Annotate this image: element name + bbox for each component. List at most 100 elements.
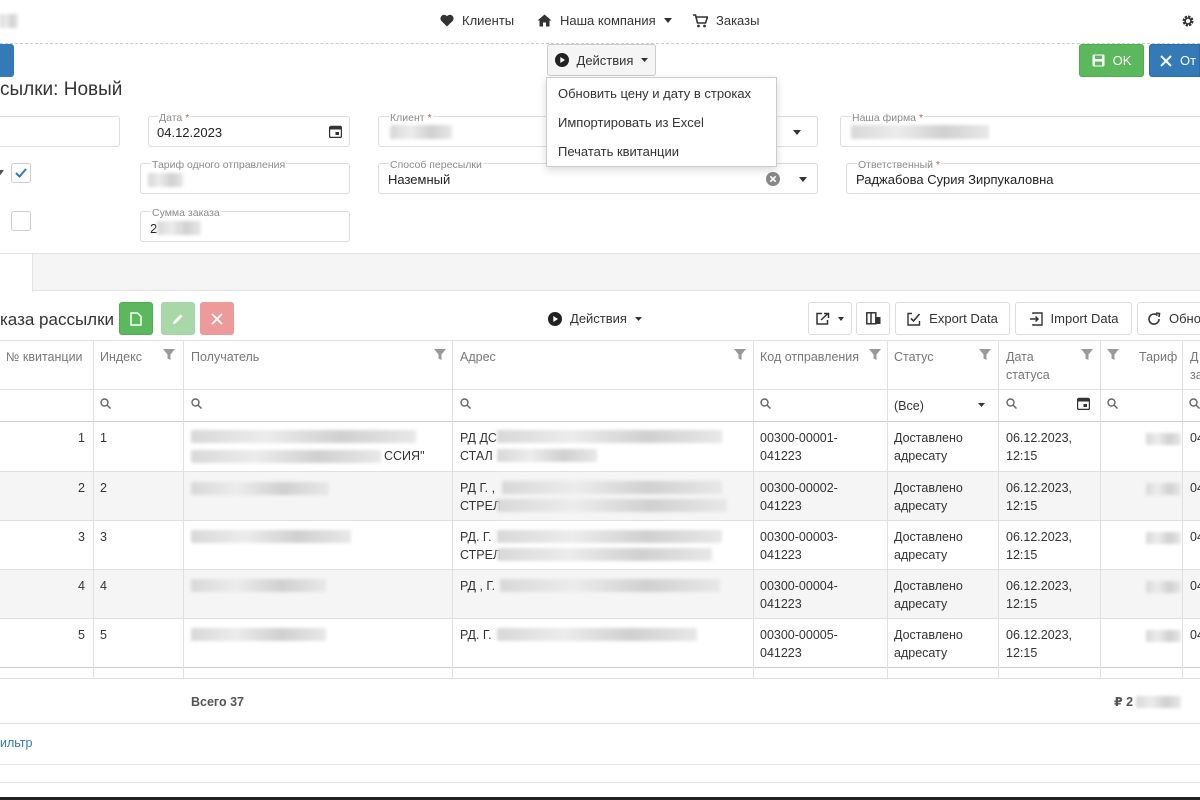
shipping-label: Способ пересылки [389,159,483,171]
page-title: сылки: Новый [0,79,123,100]
ok-button[interactable]: OK [1079,44,1144,77]
search-icon[interactable] [1006,398,1017,409]
menu-item-print-receipts[interactable]: Печатать квитанции [558,144,679,159]
table-row[interactable]: 2 2 РД Г. , СТРЕЛ 00300-00002-041223 Дос… [0,471,1200,520]
grid-actions-button[interactable]: Действия [538,303,652,334]
filter-icon[interactable] [434,349,446,361]
receipt-no-cell: 2 [78,481,85,495]
filter-icon[interactable] [1081,349,1093,361]
column-header-tracking-code[interactable]: Код отправления [760,348,859,366]
status-filter-value: (Все) [894,399,924,413]
checkbox-unchecked[interactable] [11,211,31,231]
column-header-receipt-no[interactable]: № квитанции [6,348,83,366]
save-icon [1092,54,1105,67]
number-field[interactable] [0,116,120,147]
date-field[interactable]: Дата * 04.12.2023 [148,112,350,147]
our-firm-label: Наша фирма [852,112,917,124]
table-row[interactable]: 3 3 РД. Г. СТРЕЛ 00300-00003-041223 Дост… [0,520,1200,569]
cart-icon [693,13,708,27]
column-header-index[interactable]: Индекс [100,348,142,366]
table-row[interactable]: 5 5 РД. Г. 00300-00005-041223 Доставлено… [0,618,1200,667]
delete-row-button[interactable] [200,302,234,335]
gear-icon[interactable] [1181,14,1195,28]
nav-orders[interactable]: Заказы [693,13,759,28]
nav-orders-label: Заказы [716,13,760,28]
our-firm-field[interactable]: Наша фирма * [840,112,1200,147]
date-label: Дата [159,112,183,124]
tab-strip [0,253,1200,291]
search-icon[interactable] [460,398,471,409]
column-header-status-date[interactable]: Дата статуса [1006,348,1061,384]
status-filter-select[interactable]: (Все) [894,398,990,414]
calendar-icon[interactable] [329,125,342,138]
caret-down-icon[interactable] [793,130,801,135]
address-cell-line2: СТРЕЛ [460,499,502,513]
refresh-button[interactable]: Обно [1137,302,1200,335]
receipt-no-cell: 4 [78,579,85,593]
column-header-recipient[interactable]: Получатель [191,348,259,366]
caret-down-icon [0,170,4,175]
calendar-icon[interactable] [1077,397,1090,410]
check-icon [15,168,27,178]
order-sum-field[interactable]: Сумма заказа 2 [140,207,350,242]
refresh-icon [1148,311,1161,325]
column-header-date-partial[interactable]: Д за [1190,348,1200,384]
date-partial-cell: 04 [1190,579,1200,593]
status-date-cell: 06.12.2023, 12:15 [1006,628,1073,660]
tracking-code-cell: 00300-00004-041223 [760,579,838,611]
recipient-redacted [191,530,351,543]
search-icon[interactable] [1107,398,1118,409]
checkbox-checked[interactable] [11,163,31,183]
recipient-redacted [191,450,381,463]
close-icon [211,312,223,325]
column-chooser-button[interactable] [856,302,890,335]
left-blue-button[interactable] [0,44,14,77]
filter-icon[interactable] [869,349,881,361]
app-logo[interactable] [0,14,18,28]
column-header-address[interactable]: Адрес [460,348,496,366]
filter-icon[interactable] [1107,349,1119,361]
cancel-button[interactable]: От [1149,44,1200,77]
search-icon[interactable] [760,398,771,409]
search-icon[interactable] [100,398,111,409]
caret-down-icon[interactable] [799,177,807,182]
nav-clients[interactable]: Клиенты [440,13,514,28]
tracking-code-cell: 00300-00001-041223 [760,431,838,463]
filter-icon[interactable] [734,349,746,361]
actions-dropdown-button[interactable]: Действия [547,44,656,76]
search-icon[interactable] [1189,398,1200,409]
recipient-cell-suffix: ССИЯ" [384,449,425,463]
search-icon[interactable] [191,398,202,409]
filter-icon[interactable] [979,349,991,361]
export-data-icon [907,312,921,326]
index-cell: 5 [100,628,107,642]
filter-builder-link[interactable]: ильтр [0,736,33,750]
refresh-label: Обно [1169,311,1200,326]
table-row[interactable]: 1 1 ССИЯ" РД ДС СТАЛ 00300-00001-041223 … [0,421,1200,470]
column-header-tariff[interactable]: Тариф [1139,348,1177,366]
tariff-redacted [1146,532,1181,544]
add-row-button[interactable] [119,302,153,335]
edit-row-button[interactable] [161,302,195,335]
filter-icon[interactable] [163,349,175,361]
clear-icon[interactable] [766,172,780,186]
import-data-icon [1029,311,1043,326]
divider [0,764,1200,765]
shipping-method-field[interactable]: Способ пересылки Наземный [378,159,818,194]
menu-item-update-price[interactable]: Обновить цену и дату в строках [558,86,751,101]
import-data-button[interactable]: Import Data [1015,302,1132,335]
export-menu-button[interactable] [808,302,852,335]
menu-item-import-excel[interactable]: Импортировать из Excel [558,115,704,130]
sum-value-redacted [157,221,201,235]
home-icon [537,14,552,27]
address-redacted [497,628,697,641]
active-tab[interactable] [0,253,33,292]
table-row[interactable]: 4 4 РД , Г. 00300-00004-041223 Доставлен… [0,569,1200,618]
nav-company[interactable]: Наша компания [537,13,672,28]
responsible-field[interactable]: Ответственный * Раджабова Сурия Зирпукал… [846,159,1200,194]
client-value-redacted [390,125,452,139]
export-data-button[interactable]: Export Data [895,302,1010,335]
tariff-field[interactable]: Тариф одного отправления [140,159,350,194]
column-header-status[interactable]: Статус [894,348,934,366]
tariff-label: Тариф одного отправления [151,159,287,171]
